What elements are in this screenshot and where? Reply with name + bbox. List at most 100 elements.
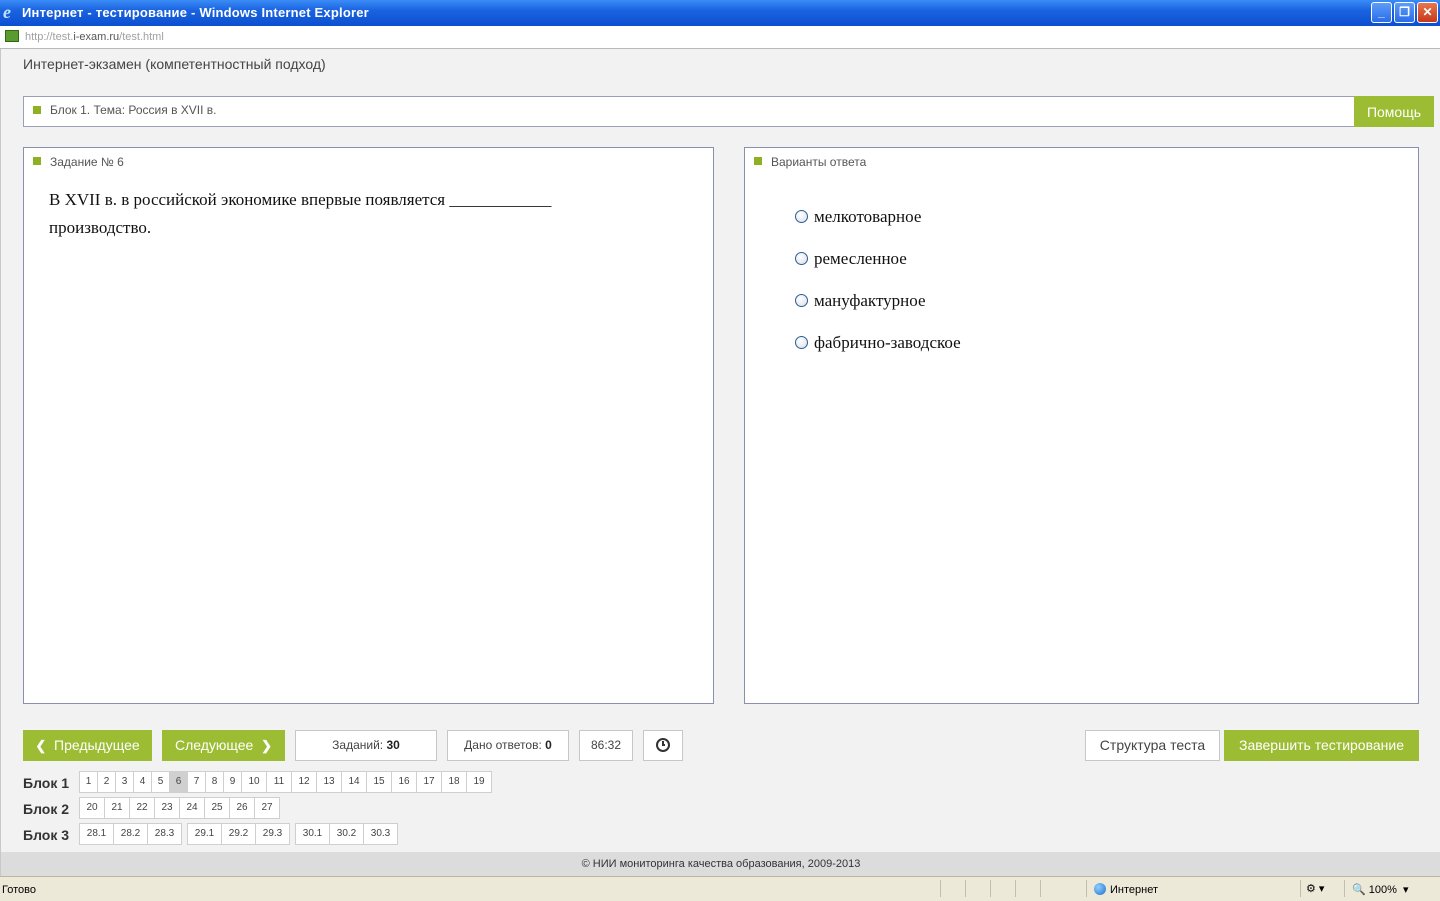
chevron-right-icon: ❯ xyxy=(261,738,273,753)
answered-count-label: Дано ответов: xyxy=(464,738,542,752)
answer-option[interactable]: мелкотоварное xyxy=(795,207,921,227)
question-nav-cell[interactable]: 28.3 xyxy=(147,823,182,845)
question-nav-cell[interactable]: 12 xyxy=(291,771,317,793)
block-topic-bar: Блок 1. Тема: Россия в XVII в. Помощь xyxy=(23,96,1434,127)
answers-title: Варианты ответа xyxy=(771,155,867,169)
question-nav-cell[interactable]: 27 xyxy=(254,797,280,819)
nav-cells: 20 21 22 23 24 25 26 27 xyxy=(79,797,280,819)
question-nav-cell[interactable]: 15 xyxy=(366,771,392,793)
question-nav-cell[interactable]: 6 xyxy=(169,771,188,793)
previous-label: Предыдущее xyxy=(54,737,140,753)
status-divider xyxy=(1344,880,1345,897)
radio-button[interactable] xyxy=(795,252,808,265)
page-icon xyxy=(5,30,19,42)
clock-icon xyxy=(656,738,670,752)
block-topic-label: Блок 1. Тема: Россия в XVII в. xyxy=(50,103,217,117)
answer-option[interactable]: мануфактурное xyxy=(795,291,926,311)
page-content: Интернет-экзамен (компетентностный подхо… xyxy=(0,49,1440,876)
protected-mode-icon[interactable]: ⚙ ▾ xyxy=(1306,882,1324,895)
address-url[interactable]: http://test.i-exam.ru/test.html xyxy=(25,31,164,43)
radio-button[interactable] xyxy=(795,336,808,349)
task-panel: Задание № 6 В XVII в. в российской эконо… xyxy=(23,147,714,704)
bullet-square-icon xyxy=(33,106,41,114)
question-nav-cell[interactable]: 11 xyxy=(266,771,292,793)
restore-button[interactable]: ❐ xyxy=(1394,2,1415,23)
window-titlebar: e Интернет - тестирование - Windows Inte… xyxy=(0,0,1440,26)
next-label: Следующее xyxy=(174,737,254,753)
security-zone: Интернет xyxy=(1094,883,1158,896)
close-button[interactable]: ✕ xyxy=(1417,2,1438,23)
question-nav-cell[interactable]: 2 xyxy=(97,771,116,793)
question-nav-cell[interactable]: 8 xyxy=(205,771,224,793)
nav-cells: 1 2 3 4 5 6 7 8 9 10 11 12 13 14 15 16 17 18 19 xyxy=(79,771,492,793)
question-nav-cell[interactable]: 16 xyxy=(391,771,417,793)
nav-block-label: Блок 1 xyxy=(23,775,70,791)
answer-option-label: ремесленное xyxy=(814,249,907,268)
address-bar[interactable]: http://test.i-exam.ru/test.html xyxy=(0,26,1440,49)
question-nav-cell[interactable]: 10 xyxy=(241,771,267,793)
question-nav-cell[interactable]: 30.3 xyxy=(363,823,398,845)
question-nav-cell[interactable]: 22 xyxy=(129,797,155,819)
status-divider xyxy=(1040,880,1041,897)
answer-option-label: мелкотоварное xyxy=(814,207,922,226)
window-title: Интернет - тестирование - Windows Intern… xyxy=(22,5,369,20)
nav-cells: 28.1 28.2 28.3 29.1 29.2 29.3 30.1 30.2 30.3 xyxy=(79,823,398,845)
question-nav-cell[interactable]: 28.1 xyxy=(79,823,114,845)
radio-button[interactable] xyxy=(795,294,808,307)
question-nav-cell[interactable]: 21 xyxy=(104,797,130,819)
question-nav-cell[interactable]: 4 xyxy=(133,771,152,793)
answer-option[interactable]: фабрично-заводское xyxy=(795,333,961,353)
question-nav-cell[interactable]: 17 xyxy=(416,771,442,793)
minimize-button[interactable]: _ xyxy=(1371,2,1392,23)
zoom-level: 100% xyxy=(1368,884,1397,896)
help-button[interactable]: Помощь xyxy=(1354,96,1434,127)
bullet-square-icon xyxy=(754,157,762,165)
question-nav-cell[interactable]: 14 xyxy=(341,771,367,793)
status-bar: Готово Интернет ⚙ ▾ 🔍 100% ▾ xyxy=(0,876,1440,901)
status-divider xyxy=(1300,880,1301,897)
zone-label: Интернет xyxy=(1110,884,1158,896)
status-divider xyxy=(1086,880,1087,897)
question-nav-cell[interactable]: 29.3 xyxy=(255,823,290,845)
question-nav-cell[interactable]: 28.2 xyxy=(113,823,148,845)
app-title: Интернет-экзамен (компетентностный подхо… xyxy=(23,56,326,72)
question-nav-cell[interactable]: 20 xyxy=(79,797,105,819)
answer-option[interactable]: ремесленное xyxy=(795,249,907,269)
question-nav-cell[interactable]: 13 xyxy=(316,771,342,793)
question-nav-cell[interactable]: 5 xyxy=(151,771,170,793)
bullet-square-icon xyxy=(33,157,41,165)
answer-option-label: мануфактурное xyxy=(814,291,926,310)
question-nav-cell[interactable]: 25 xyxy=(204,797,230,819)
tasks-count-box: Заданий: 30 xyxy=(295,730,437,761)
question-nav-cell[interactable]: 7 xyxy=(187,771,206,793)
question-nav-cell[interactable]: 29.2 xyxy=(221,823,256,845)
footer-copyright: © НИИ мониторинга качества образования, … xyxy=(1,852,1440,876)
task-question-text: В XVII в. в российской экономике впервые… xyxy=(49,190,552,237)
question-nav-cell[interactable]: 3 xyxy=(115,771,134,793)
question-nav-cell[interactable]: 30.2 xyxy=(329,823,364,845)
question-nav-cell[interactable]: 9 xyxy=(223,771,242,793)
finish-test-button[interactable]: Завершить тестирование xyxy=(1224,730,1419,761)
question-nav-cell[interactable]: 23 xyxy=(154,797,180,819)
status-divider xyxy=(990,880,991,897)
task-title: Задание № 6 xyxy=(50,155,124,169)
globe-icon xyxy=(1094,883,1106,895)
answered-count-value: 0 xyxy=(545,738,552,752)
answers-panel: Варианты ответа мелкотоварное ремесленно… xyxy=(744,147,1419,704)
previous-button[interactable]: ❮ Предыдущее xyxy=(23,730,152,761)
question-nav-cell[interactable]: 24 xyxy=(179,797,205,819)
radio-button[interactable] xyxy=(795,210,808,223)
test-structure-button[interactable]: Структура теста xyxy=(1085,730,1220,761)
question-nav-cell[interactable]: 26 xyxy=(229,797,255,819)
question-nav-cell[interactable]: 19 xyxy=(466,771,492,793)
question-nav-cell[interactable]: 18 xyxy=(441,771,467,793)
next-button[interactable]: Следующее ❯ xyxy=(162,730,285,761)
answered-count-box: Дано ответов: 0 xyxy=(447,730,569,761)
question-nav-cell[interactable]: 1 xyxy=(79,771,98,793)
zoom-control[interactable]: 🔍 100% ▾ xyxy=(1352,883,1409,896)
tasks-count-value: 30 xyxy=(386,738,400,752)
answer-option-label: фабрично-заводское xyxy=(814,333,961,352)
question-nav-cell[interactable]: 29.1 xyxy=(187,823,222,845)
timer-toggle-button[interactable] xyxy=(643,730,683,761)
question-nav-cell[interactable]: 30.1 xyxy=(295,823,330,845)
